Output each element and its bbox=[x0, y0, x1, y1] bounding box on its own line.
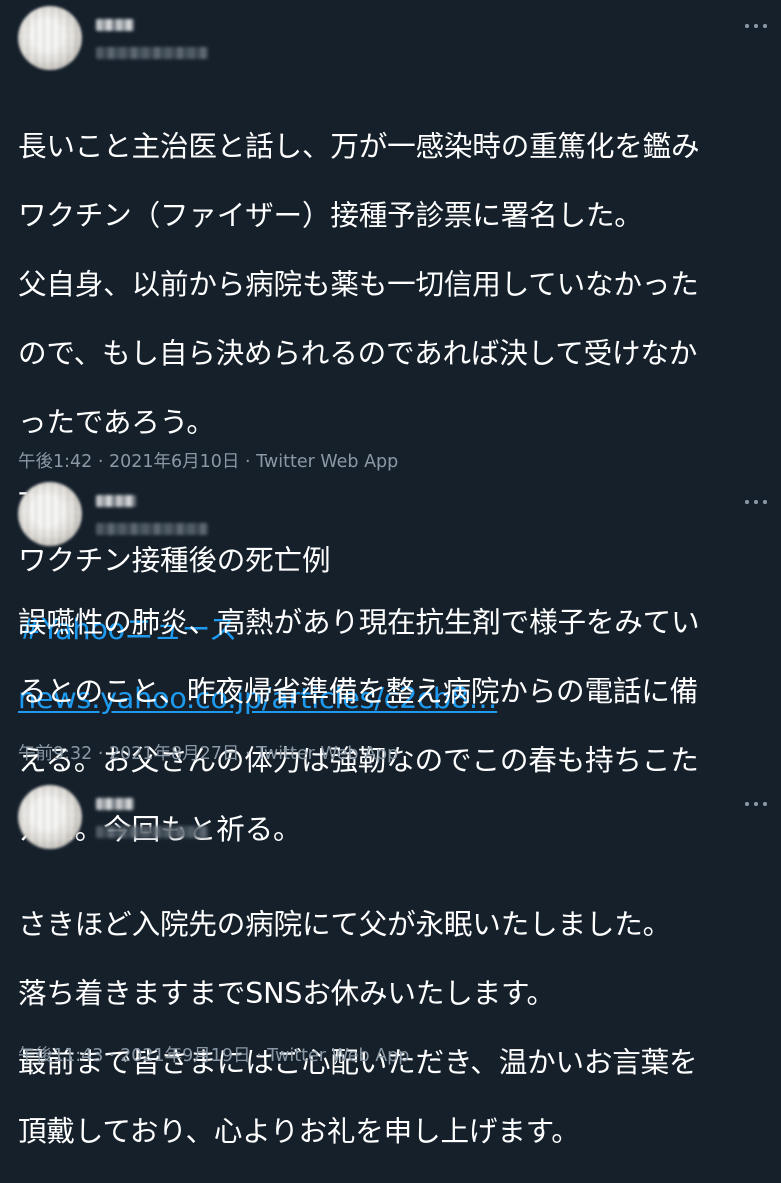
more-dot bbox=[754, 24, 758, 28]
tweet-line: るとのこと、昨夜帰省準備を整え病院からの電話に備 bbox=[18, 673, 699, 708]
more-dot bbox=[754, 802, 758, 806]
tweet-line: 落ち着きますまでSNSお休みいたします。 bbox=[18, 975, 555, 1010]
more-dot bbox=[763, 500, 767, 504]
more-options-icon[interactable] bbox=[745, 800, 767, 808]
tweet-line: 頂戴しており、心よりお礼を申し上げます。 bbox=[18, 1113, 580, 1148]
meta-separator: · bbox=[239, 452, 257, 472]
user-handle bbox=[96, 47, 208, 59]
more-dot bbox=[745, 500, 749, 504]
more-dot bbox=[745, 24, 749, 28]
avatar[interactable] bbox=[18, 6, 82, 70]
meta-separator: · bbox=[250, 1046, 268, 1066]
tweet-meta: 午前9:32 · 2021年8月27日 · Twitter Web App bbox=[18, 743, 398, 765]
user-handle bbox=[96, 826, 208, 838]
tweet-timestamp[interactable]: 午前9:32 · 2021年8月27日 bbox=[18, 744, 239, 764]
more-dot bbox=[754, 500, 758, 504]
tweet-line: 長いこと主治医と話し、万が一感染時の重篤化を鑑み bbox=[18, 128, 700, 163]
tweet-line: さきほど入院先の病院にて父が永眠いたしました。 bbox=[18, 906, 672, 941]
user-handle bbox=[96, 523, 208, 535]
tweet-text: さきほど入院先の病院にて父が永眠いたしました。 落ち着きますまでSNSお休みいた… bbox=[18, 872, 768, 1183]
tweet-source-app[interactable]: Twitter Web App bbox=[256, 452, 398, 472]
tweet-line: ので、もし自ら決められるのであれば決して受けなか bbox=[18, 335, 698, 370]
more-options-icon[interactable] bbox=[745, 22, 767, 30]
more-dot bbox=[763, 24, 767, 28]
tweet-source-app[interactable]: Twitter Web App bbox=[267, 1046, 409, 1066]
tweet-line: 誤嚥性の肺炎、高熱があり現在抗生剤で様子をみてい bbox=[18, 604, 700, 639]
user-name[interactable] bbox=[96, 798, 134, 810]
meta-separator: · bbox=[239, 744, 257, 764]
user-name[interactable] bbox=[96, 495, 136, 507]
avatar[interactable] bbox=[18, 482, 82, 546]
tweet-line: ったであろう。 bbox=[18, 404, 215, 439]
avatar[interactable] bbox=[18, 785, 82, 849]
tweet-timestamp[interactable]: 午後1:42 · 2021年6月10日 bbox=[18, 452, 239, 472]
tweet-timestamp[interactable]: 午後11:43 · 2021年9月19日 bbox=[18, 1046, 251, 1066]
user-name[interactable] bbox=[96, 19, 134, 31]
tweet-meta: 午後11:43 · 2021年9月19日 · Twitter Web App bbox=[18, 1045, 409, 1067]
tweet-line: 父自身、以前から病院も薬も一切信用していなかった bbox=[18, 266, 699, 301]
tweet-line: ワクチン（ファイザー）接種予診票に署名した。 bbox=[18, 197, 643, 232]
tweet-meta: 午後1:42 · 2021年6月10日 · Twitter Web App bbox=[18, 451, 398, 473]
more-dot bbox=[745, 802, 749, 806]
more-dot bbox=[763, 802, 767, 806]
more-options-icon[interactable] bbox=[745, 498, 767, 506]
tweet-source-app[interactable]: Twitter Web App bbox=[256, 744, 398, 764]
